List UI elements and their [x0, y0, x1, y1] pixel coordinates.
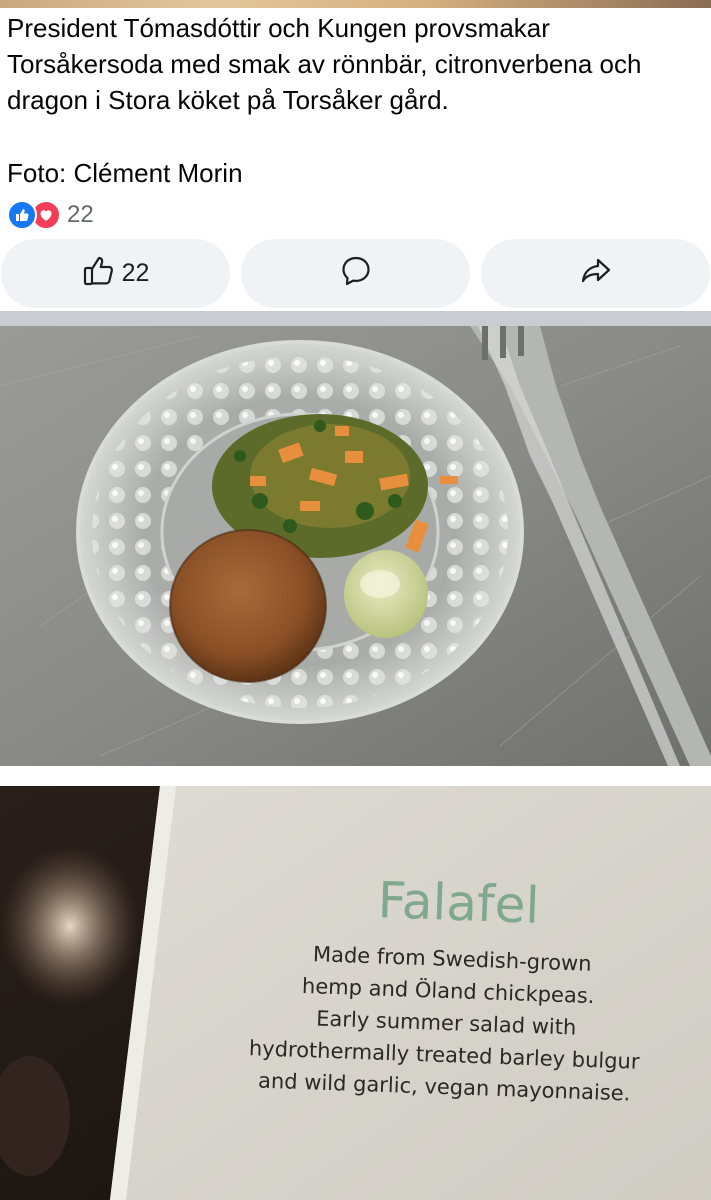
share-arrow-icon	[579, 254, 613, 293]
post-caption: President Tómasdóttir och Kungen provsma…	[7, 10, 707, 118]
reaction-summary[interactable]: 22	[7, 199, 94, 231]
menu-title: Falafel	[377, 871, 541, 935]
previous-photo-edge	[0, 0, 711, 8]
like-button[interactable]: 22	[1, 239, 230, 308]
caption-line: dragon i Stora köket på Torsåker gård.	[7, 85, 449, 115]
photo-credit: Foto: Clément Morin	[7, 158, 243, 188]
post-divider	[0, 311, 711, 326]
comment-bubble-icon	[339, 254, 373, 293]
falafel-plate-photo[interactable]	[0, 326, 711, 766]
post-actions: 22	[0, 239, 711, 308]
comment-button[interactable]	[241, 239, 470, 308]
share-button[interactable]	[481, 239, 710, 308]
caption-line: President Tómasdóttir och Kungen provsma…	[7, 13, 550, 43]
like-count: 22	[121, 259, 150, 287]
thumbs-up-icon	[82, 254, 116, 293]
caption-line: Torsåkersoda med smak av rönnbär, citron…	[7, 49, 642, 79]
reaction-count: 22	[67, 201, 94, 228]
menu-card-photo[interactable]: Falafel Made from Swedish-grown hemp and…	[0, 786, 711, 1200]
photo-gap	[0, 766, 711, 786]
like-icon	[7, 200, 37, 230]
